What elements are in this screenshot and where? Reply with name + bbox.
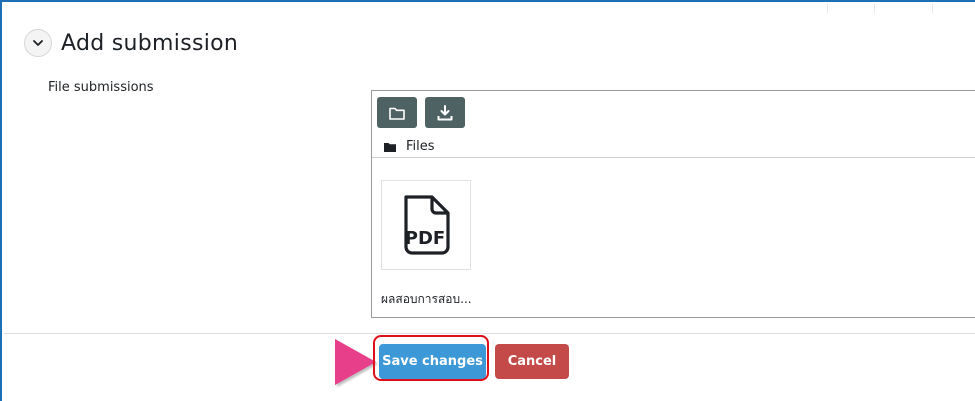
faint-divider <box>932 4 933 13</box>
download-icon <box>436 104 454 122</box>
collapse-toggle-button[interactable] <box>24 29 52 57</box>
chevron-down-icon <box>31 36 45 50</box>
field-label: File submissions <box>48 80 154 95</box>
section-header: Add submission <box>24 29 238 57</box>
file-name[interactable]: ผลสอบการสอบ... <box>381 290 511 309</box>
save-changes-button[interactable]: Save changes <box>379 344 486 379</box>
file-thumbnail[interactable]: PDF <box>381 180 471 270</box>
pdf-file-icon: PDF <box>396 192 456 258</box>
file-path-bar: Files <box>372 136 975 158</box>
download-button[interactable] <box>425 97 465 128</box>
section-title: Add submission <box>61 30 239 56</box>
svg-text:PDF: PDF <box>405 228 445 249</box>
pointer-arrow <box>335 339 376 385</box>
faint-divider <box>827 4 828 13</box>
file-manager-toolbar <box>377 97 465 128</box>
page-frame: Add submission File submissions Files PD… <box>0 0 975 401</box>
cancel-button[interactable]: Cancel <box>495 344 569 379</box>
create-folder-button[interactable] <box>377 97 417 128</box>
folder-icon <box>388 105 406 121</box>
faint-divider <box>874 4 875 13</box>
path-label[interactable]: Files <box>406 139 435 154</box>
divider <box>4 333 975 334</box>
folder-filled-icon <box>384 142 396 152</box>
file-item[interactable]: PDF ผลสอบการสอบ... <box>381 180 511 309</box>
file-manager: Files PDF ผลสอบการสอบ... <box>371 90 975 318</box>
